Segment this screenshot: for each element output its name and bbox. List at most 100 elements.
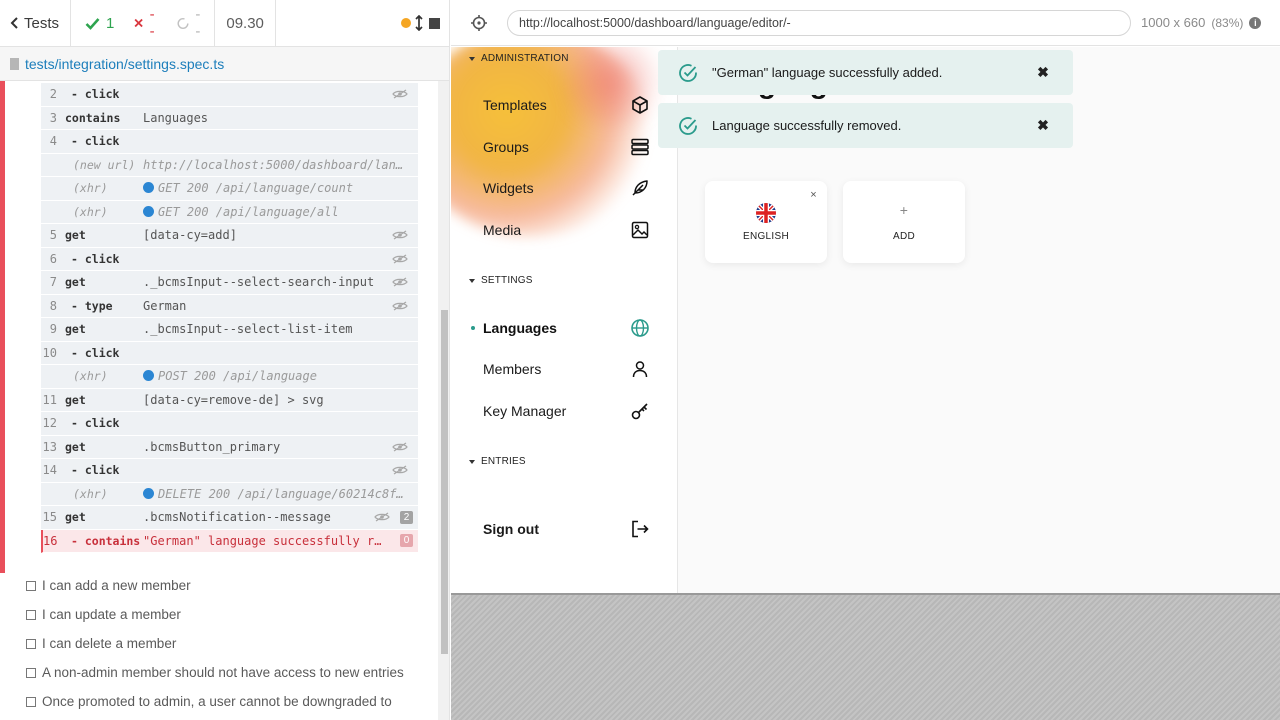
sidebar-item-widgets[interactable]: Widgets <box>483 176 651 200</box>
command-name: get <box>65 275 86 290</box>
notification-message: "German" language successfully added. <box>712 65 943 80</box>
command-number: 11 <box>42 392 57 407</box>
test-status-checkbox-icon <box>26 581 36 591</box>
command-row[interactable]: 3 contains Languages <box>41 106 418 130</box>
crosshair-icon <box>471 14 487 31</box>
command-message: DELETE 200 /api/language/60214c8f… <box>143 487 418 501</box>
command-row-failed[interactable]: 16 - contains "German" language successful… <box>41 529 418 553</box>
sidebar-item-members[interactable]: Members <box>483 357 651 381</box>
globe-icon <box>629 317 651 339</box>
test-status-checkbox-icon <box>26 639 36 649</box>
add-language-button[interactable]: + ADD <box>843 181 965 263</box>
x-icon <box>134 18 144 28</box>
command-name: get <box>65 510 86 525</box>
command-message: ._bcmsInput--select-search-input <box>143 275 392 289</box>
command-row[interactable]: (xhr) GET 200 /api/language/count <box>41 177 418 201</box>
back-to-tests-button[interactable]: Tests <box>0 0 72 46</box>
section-entries[interactable]: ENTRIES <box>469 456 526 467</box>
status-indicator <box>400 15 423 31</box>
command-message: .bcmsButton_primary <box>143 440 392 454</box>
auto-scroll-icon[interactable] <box>415 15 423 31</box>
sidebar-item-media[interactable]: Media <box>483 218 651 242</box>
command-number: 8 <box>49 298 57 313</box>
test-item[interactable]: Once promoted to admin, a user cannot be… <box>26 693 406 711</box>
sign-out-icon <box>629 518 651 540</box>
sidebar-item-key-manager[interactable]: Key Manager <box>483 399 651 423</box>
command-number: 12 <box>42 416 57 431</box>
app-scrollbar[interactable] <box>1269 47 1280 593</box>
notification-message: Language successfully removed. <box>712 118 902 133</box>
test-status-checkbox-icon <box>26 697 36 707</box>
command-row[interactable]: 13 get .bcmsButton_primary <box>41 435 418 459</box>
test-item[interactable]: A non-admin member should not have acces… <box>26 664 406 682</box>
test-status-checkbox-icon <box>26 610 36 620</box>
test-item[interactable]: I can update a member <box>26 606 406 624</box>
hidden-eye-icon <box>392 442 408 452</box>
command-row[interactable]: 11 get [data-cy=remove-de] > svg <box>41 388 418 412</box>
command-row[interactable]: 15 get .bcmsNotification--message 2 <box>41 506 418 530</box>
chevron-left-icon <box>10 17 18 29</box>
sign-out-button[interactable]: Sign out <box>483 517 651 541</box>
command-message-text: Languages <box>143 110 209 125</box>
command-row[interactable]: 10 - click <box>41 341 418 365</box>
command-row[interactable]: 6 - click <box>41 247 418 271</box>
test-item[interactable]: I can delete a member <box>26 635 406 653</box>
reporter-scroll-thumb[interactable] <box>441 310 448 654</box>
notification-toast: "German" language successfully added. ✖ <box>658 50 1073 95</box>
command-row[interactable]: 2 - click <box>41 83 418 107</box>
key-icon <box>629 400 651 422</box>
command-row[interactable]: (xhr) GET 200 /api/language/all <box>41 200 418 224</box>
command-number: 7 <box>49 275 57 290</box>
caret-down-icon <box>469 278 475 283</box>
stop-icon[interactable] <box>428 17 440 29</box>
test-title: I can delete a member <box>42 636 177 651</box>
command-row[interactable]: (xhr) POST 200 /api/language <box>41 365 418 389</box>
command-number: 9 <box>49 322 57 337</box>
close-notification-button[interactable]: ✖ <box>1035 117 1051 134</box>
command-name: get <box>65 228 86 243</box>
reporter-header: Tests 1 -- -- 09.30 <box>0 0 449 47</box>
spec-path-link[interactable]: tests/integration/settings.spec.ts <box>25 56 224 72</box>
url-field[interactable]: http://localhost:5000/dashboard/language… <box>507 9 1131 36</box>
test-title: A non-admin member should not have acces… <box>42 665 404 680</box>
info-icon[interactable]: i <box>1249 16 1262 29</box>
command-row[interactable]: 7 get ._bcmsInput--select-search-input <box>41 271 418 295</box>
aut-header: http://localhost:5000/dashboard/language… <box>451 0 1280 46</box>
command-row[interactable]: 5 get [data-cy=add] <box>41 224 418 248</box>
command-row[interactable]: 12 - click <box>41 412 418 436</box>
command-row[interactable]: (xhr) DELETE 200 /api/language/60214c8f… <box>41 482 418 506</box>
command-name: get <box>65 439 86 454</box>
command-row[interactable]: 14 - click <box>41 459 418 483</box>
command-message: http://localhost:5000/dashboard/lan… <box>143 158 418 172</box>
command-row[interactable]: 8 - type German <box>41 294 418 318</box>
cube-icon <box>629 94 651 116</box>
command-name: (xhr) <box>73 204 108 219</box>
command-log: 2 - click 3 contains Languages 4 - click (new u… <box>0 81 438 573</box>
command-number: 16 <box>43 533 58 548</box>
stack-icon <box>629 136 651 158</box>
feather-icon <box>629 177 651 199</box>
close-notification-button[interactable]: ✖ <box>1035 64 1051 81</box>
command-row[interactable]: (new url) http://localhost:5000/dashboard… <box>41 153 418 177</box>
command-message-text: .bcmsButton_primary <box>143 439 281 454</box>
hidden-eye-icon <box>392 465 408 475</box>
sidebar-item-templates[interactable]: Templates <box>483 93 651 117</box>
spec-file-bar: tests/integration/settings.spec.ts <box>0 47 449 81</box>
command-message: GET 200 /api/language/count <box>143 181 418 195</box>
section-settings[interactable]: SETTINGS <box>469 275 533 286</box>
command-name: - click <box>71 134 120 149</box>
sidebar-item-languages[interactable]: Languages <box>471 316 651 340</box>
sidebar-item-groups[interactable]: Groups <box>483 135 651 159</box>
command-number: 4 <box>49 134 57 149</box>
test-title: I can update a member <box>42 607 181 622</box>
command-row[interactable]: 9 get ._bcmsInput--select-list-item <box>41 318 418 342</box>
test-item[interactable]: I can add a new member <box>26 577 406 595</box>
selector-playground-button[interactable] <box>451 14 507 31</box>
section-administration[interactable]: ADMINISTRATION <box>469 53 569 64</box>
command-name: get <box>65 322 86 337</box>
remove-language-button[interactable]: × <box>810 189 817 201</box>
viewport-info: 1000 x 660 (83%) i <box>1141 15 1262 30</box>
command-number: 3 <box>49 110 57 125</box>
command-row[interactable]: 4 - click <box>41 130 418 154</box>
caret-down-icon <box>469 459 475 464</box>
